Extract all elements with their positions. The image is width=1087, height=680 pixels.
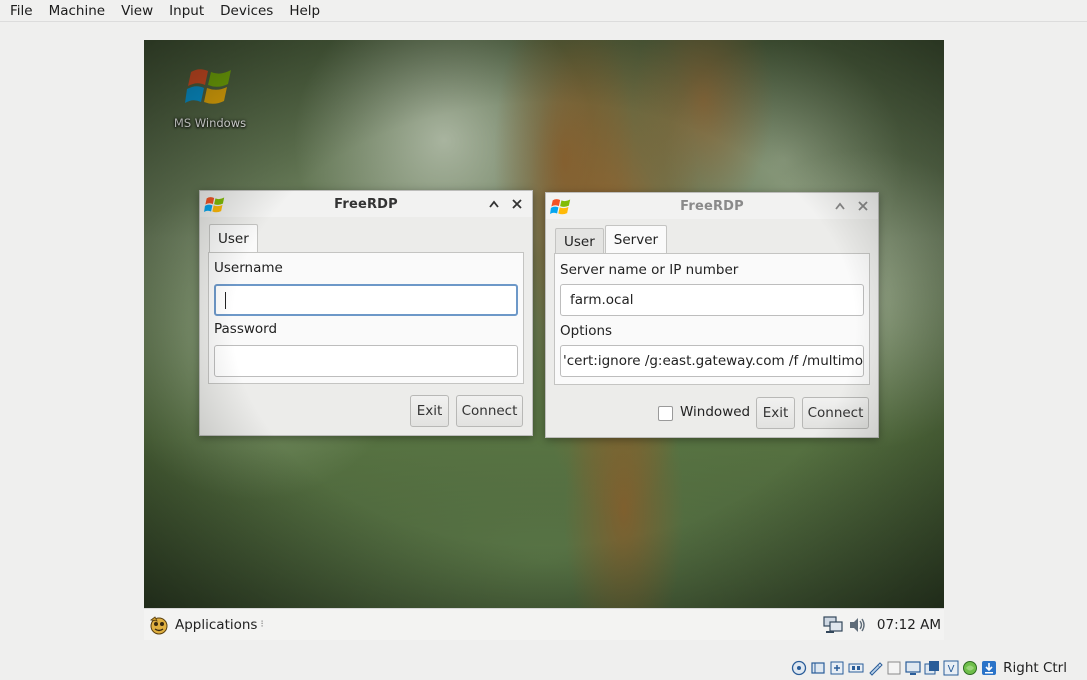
host-key-download-icon[interactable] [981, 660, 997, 676]
audio-icon[interactable] [829, 660, 845, 676]
applications-menu-button[interactable]: Applications ⁝ [144, 609, 264, 641]
options-label: Options [560, 323, 613, 339]
chevron-up-icon [489, 200, 499, 208]
windowed-label[interactable]: Windowed [680, 404, 750, 420]
tab-bar: User Server [555, 225, 668, 254]
clock[interactable]: 07:12 AM [877, 617, 941, 633]
username-label: Username [214, 260, 283, 276]
guest-taskbar: Applications ⁝ 07:12 AM [144, 608, 944, 640]
text-caret [225, 291, 226, 309]
panel-handle-icon: ⁝ [260, 619, 263, 630]
desktop-wallpaper: MS Windows FreeRDP User Username Passwor… [144, 40, 944, 608]
connect-button[interactable]: Connect [802, 397, 869, 429]
windowed-checkbox[interactable] [658, 406, 673, 421]
windows-logo-icon [185, 69, 231, 104]
menu-view[interactable]: View [113, 0, 161, 22]
options-input[interactable]: 'cert:ignore /g:east.gateway.com /f /mul… [560, 345, 864, 377]
options-value: 'cert:ignore /g:east.gateway.com /f /mul… [563, 353, 864, 369]
optical-drive-icon[interactable] [810, 660, 826, 676]
applications-menu-icon [150, 615, 168, 634]
system-tray: 07:12 AM [822, 609, 944, 640]
freerdp-user-window: FreeRDP User Username Password Exit Conn… [199, 190, 533, 436]
shared-folder-icon[interactable] [886, 660, 902, 676]
recording-icon[interactable] [924, 660, 940, 676]
applications-label: Applications [175, 616, 258, 633]
exit-button[interactable]: Exit [410, 395, 449, 427]
menu-file[interactable]: File [2, 0, 41, 22]
window-titlebar[interactable]: FreeRDP [546, 193, 878, 219]
menu-machine[interactable]: Machine [41, 0, 114, 22]
volume-icon[interactable] [847, 615, 867, 635]
close-icon [512, 199, 522, 209]
connect-button[interactable]: Connect [456, 395, 523, 427]
exit-button[interactable]: Exit [756, 397, 795, 429]
window-titlebar[interactable]: FreeRDP [200, 191, 532, 217]
maximize-button[interactable] [486, 196, 502, 212]
usb-icon[interactable] [867, 660, 883, 676]
windows-logo-icon [204, 197, 225, 213]
close-button[interactable] [509, 196, 525, 212]
virtualization-icon[interactable]: V [943, 660, 959, 676]
display-icon[interactable] [905, 660, 921, 676]
tab-panel-server: Server name or IP number farm.ocal Optio… [554, 253, 870, 385]
host-menubar: File Machine View Input Devices Help [0, 0, 1087, 22]
window-title: FreeRDP [334, 196, 398, 212]
window-title: FreeRDP [680, 198, 744, 214]
tab-user[interactable]: User [209, 224, 258, 253]
close-icon [858, 201, 868, 211]
password-input[interactable] [214, 345, 518, 377]
close-button[interactable] [855, 198, 871, 214]
maximize-button[interactable] [832, 198, 848, 214]
password-label: Password [214, 321, 278, 337]
desktop-icon-ms-windows[interactable]: MS Windows [168, 62, 252, 130]
menu-help[interactable]: Help [281, 0, 328, 22]
server-name-label: Server name or IP number [560, 262, 739, 278]
desktop-icon-label: MS Windows [173, 116, 247, 130]
server-name-value: farm.ocal [570, 292, 634, 308]
guest-screen: MS Windows FreeRDP User Username Passwor… [144, 40, 944, 640]
freerdp-server-window: FreeRDP User Server Server name or IP nu… [545, 192, 879, 438]
windows-logo-icon [550, 199, 571, 215]
network-adapter-icon[interactable] [848, 660, 864, 676]
host-statusbar: V Right Ctrl [0, 656, 1087, 680]
menu-input[interactable]: Input [161, 0, 212, 22]
network-icon[interactable] [822, 615, 844, 635]
hard-disk-icon[interactable] [791, 660, 807, 676]
mouse-integration-icon[interactable] [962, 660, 978, 676]
menu-devices[interactable]: Devices [212, 0, 281, 22]
chevron-up-icon [835, 202, 845, 210]
username-input[interactable] [214, 284, 518, 316]
tab-user[interactable]: User [555, 228, 604, 254]
server-name-input[interactable]: farm.ocal [560, 284, 864, 316]
svg-text:V: V [948, 664, 955, 675]
host-key-label: Right Ctrl [1003, 660, 1067, 676]
tab-bar: User [209, 224, 259, 253]
tab-server[interactable]: Server [604, 225, 668, 254]
tab-panel-user: Username Password [208, 252, 524, 384]
